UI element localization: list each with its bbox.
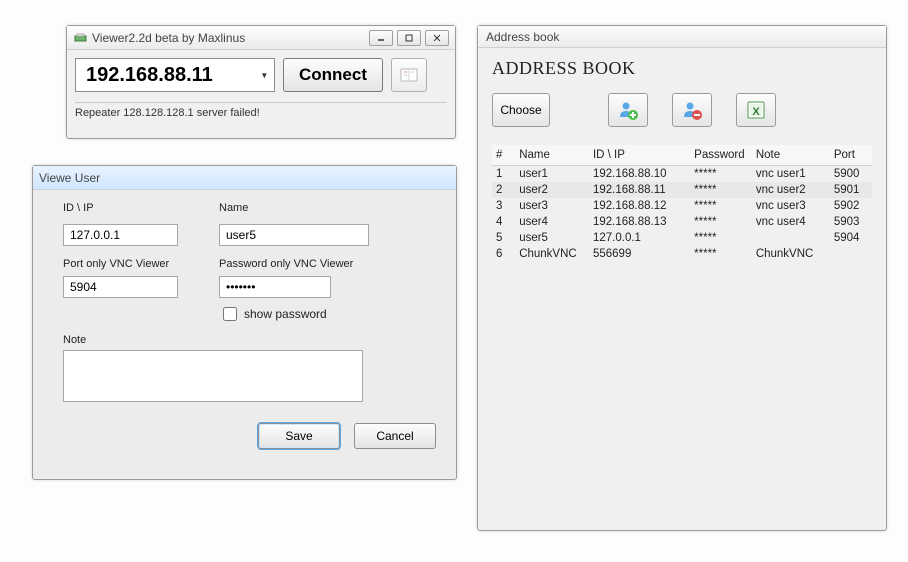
cell-n: 5	[492, 230, 515, 246]
cell-ip: 127.0.0.1	[589, 230, 690, 246]
svg-text:X: X	[752, 106, 760, 118]
cell-name: user4	[515, 214, 589, 230]
user-editor-titlebar: Viewe User	[33, 166, 456, 190]
add-user-button[interactable]	[608, 93, 648, 127]
label-port: Port only VNC Viewer	[63, 258, 213, 270]
user-editor-title: Viewe User	[39, 171, 450, 185]
cell-n: 4	[492, 214, 515, 230]
cell-ip: 192.168.88.12	[589, 198, 690, 214]
cell-port: 5903	[830, 214, 872, 230]
id-ip-input[interactable]	[63, 224, 178, 246]
choose-button[interactable]: Choose	[492, 93, 550, 127]
cell-port: 5901	[830, 182, 872, 198]
addressbook-heading: ADDRESS BOOK	[492, 58, 872, 79]
col-id-ip[interactable]: ID \ IP	[589, 145, 690, 166]
label-note: Note	[63, 334, 436, 346]
cell-pw: *****	[690, 182, 752, 198]
addressbook-window: Address book ADDRESS BOOK Choose	[477, 25, 887, 531]
note-input[interactable]	[63, 350, 363, 402]
col-number[interactable]: #	[492, 145, 515, 166]
cell-name: user5	[515, 230, 589, 246]
table-row[interactable]: 1user1192.168.88.10*****vnc user15900	[492, 166, 872, 183]
addressbook-title: Address book	[486, 30, 878, 44]
label-id-ip: ID \ IP	[63, 202, 213, 214]
col-password[interactable]: Password	[690, 145, 752, 166]
viewer-title: Viewer2.2d beta by Maxlinus	[92, 31, 369, 45]
cancel-button[interactable]: Cancel	[354, 423, 436, 449]
minimize-button[interactable]	[369, 30, 393, 46]
cell-pw: *****	[690, 246, 752, 262]
col-port[interactable]: Port	[830, 145, 872, 166]
table-row[interactable]: 5user5127.0.0.1***** 5904	[492, 230, 872, 246]
cell-ip: 192.168.88.11	[589, 182, 690, 198]
viewer-titlebar: Viewer2.2d beta by Maxlinus	[67, 26, 455, 50]
cell-ip: 192.168.88.13	[589, 214, 690, 230]
cell-port: 5902	[830, 198, 872, 214]
cell-ip: 556699	[589, 246, 690, 262]
cell-name: ChunkVNC	[515, 246, 589, 262]
address-table: # Name ID \ IP Password Note Port 1user1…	[492, 145, 872, 262]
cell-note: ChunkVNC	[752, 246, 830, 262]
cell-note: vnc user3	[752, 198, 830, 214]
cell-n: 6	[492, 246, 515, 262]
password-input[interactable]	[219, 276, 331, 298]
ip-input[interactable]	[84, 63, 259, 88]
label-password: Password only VNC Viewer	[219, 258, 379, 270]
cell-n: 2	[492, 182, 515, 198]
show-password-checkbox[interactable]	[223, 307, 237, 321]
cell-n: 3	[492, 198, 515, 214]
cell-pw: *****	[690, 198, 752, 214]
table-row[interactable]: 4user4192.168.88.13*****vnc user45903	[492, 214, 872, 230]
cell-name: user2	[515, 182, 589, 198]
addressbook-toggle-button[interactable]	[391, 58, 427, 92]
delete-user-button[interactable]	[672, 93, 712, 127]
export-excel-button[interactable]: X	[736, 93, 776, 127]
cell-pw: *****	[690, 214, 752, 230]
name-input[interactable]	[219, 224, 369, 246]
cell-note: vnc user2	[752, 182, 830, 198]
cell-pw: *****	[690, 230, 752, 246]
table-row[interactable]: 6ChunkVNC556699*****ChunkVNC	[492, 246, 872, 262]
label-name: Name	[219, 202, 379, 214]
maximize-button[interactable]	[397, 30, 421, 46]
col-name[interactable]: Name	[515, 145, 589, 166]
cell-ip: 192.168.88.10	[589, 166, 690, 183]
cell-port	[830, 246, 872, 262]
cell-note: vnc user1	[752, 166, 830, 183]
cell-note	[752, 230, 830, 246]
cell-n: 1	[492, 166, 515, 183]
cell-name: user1	[515, 166, 589, 183]
user-editor-window: Viewe User ID \ IP Name Port only VNC Vi…	[32, 165, 457, 480]
cell-port: 5904	[830, 230, 872, 246]
status-text: Repeater 128.128.128.1 server failed!	[75, 102, 447, 119]
cell-name: user3	[515, 198, 589, 214]
save-button[interactable]: Save	[258, 423, 340, 449]
label-show-password: show password	[244, 307, 327, 321]
port-input[interactable]	[63, 276, 178, 298]
cell-pw: *****	[690, 166, 752, 183]
cell-note: vnc user4	[752, 214, 830, 230]
addressbook-titlebar: Address book	[478, 26, 886, 48]
app-icon	[73, 31, 87, 45]
viewer-window: Viewer2.2d beta by Maxlinus ▼ Connect	[66, 25, 456, 139]
close-button[interactable]	[425, 30, 449, 46]
cell-port: 5900	[830, 166, 872, 183]
table-row[interactable]: 2user2192.168.88.11*****vnc user25901	[492, 182, 872, 198]
col-note[interactable]: Note	[752, 145, 830, 166]
connect-button[interactable]: Connect	[283, 58, 383, 92]
ip-dropdown-caret-icon[interactable]: ▼	[259, 71, 270, 80]
ip-combobox[interactable]: ▼	[75, 58, 275, 92]
table-row[interactable]: 3user3192.168.88.12*****vnc user35902	[492, 198, 872, 214]
